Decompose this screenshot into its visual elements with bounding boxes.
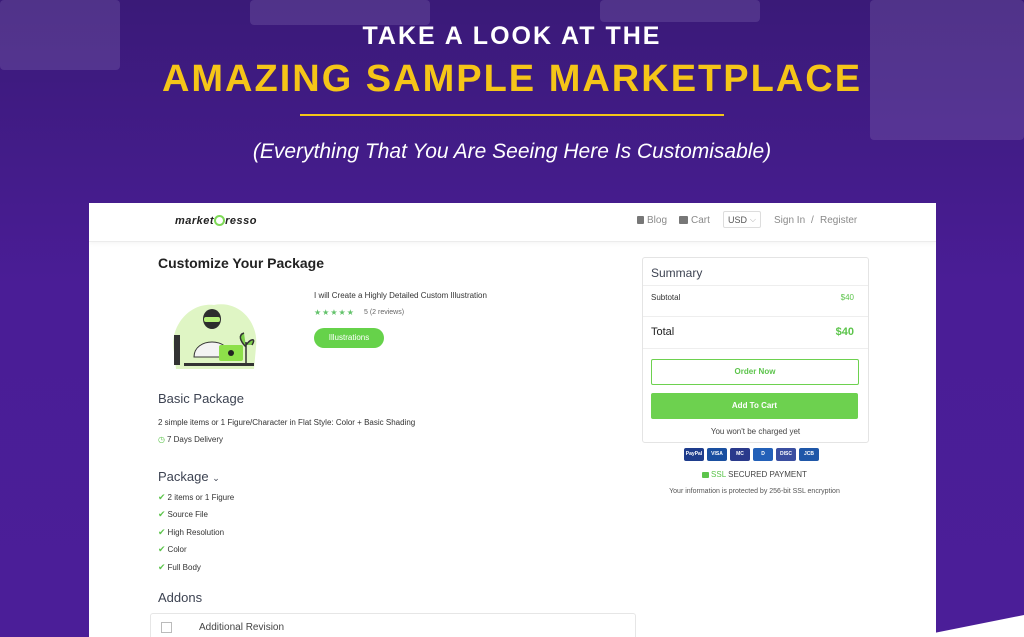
- summary-title: Summary: [651, 266, 703, 280]
- charge-note: You won't be charged yet: [710, 427, 801, 436]
- logo-p-icon: [214, 215, 226, 226]
- basic-package-heading: Basic Package: [158, 391, 244, 406]
- feature-item: ✔ Source File: [158, 509, 208, 520]
- nav-cart-label: Cart: [691, 215, 710, 226]
- rating-stars-icon: ★★★★★: [314, 308, 355, 317]
- ssl-badge: SSL SECURED PAYMENT: [642, 470, 867, 479]
- feature-item: ✔ 2 items or 1 Figure: [158, 492, 234, 503]
- package-heading: Package: [158, 469, 209, 484]
- encryption-note: Your information is protected by 256-bit…: [669, 488, 840, 495]
- payment-methods: PayPal VISA MC D DISC JCB: [684, 448, 822, 462]
- navbar: market resso Blog Cart USD ⌵ Sign In / Reg…: [89, 203, 936, 242]
- blog-icon: [637, 216, 644, 224]
- hero-title: AMAZING SAMPLE MARKETPLACE: [161, 58, 863, 100]
- addons-heading: Addons: [158, 590, 203, 605]
- nav-blog-label: Blog: [647, 215, 668, 226]
- delivery-text: 7 Days Delivery: [166, 435, 223, 444]
- feature-text: Full Body: [167, 563, 201, 572]
- marketplace-preview: market resso Blog Cart USD ⌵ Sign In / Reg…: [89, 203, 936, 637]
- check-icon: ✔: [158, 562, 166, 572]
- subtotal-label: Subtotal: [651, 293, 681, 302]
- check-icon: ✔: [158, 544, 166, 554]
- currency-select[interactable]: USD ⌵: [723, 211, 761, 228]
- decorative-corner: [914, 615, 1024, 637]
- feature-item: ✔ Color: [158, 544, 187, 555]
- total-label: Total: [651, 326, 675, 338]
- feature-item: ✔ Full Body: [158, 562, 201, 573]
- page-title: Customize Your Package: [158, 255, 324, 271]
- divider: [643, 316, 868, 317]
- hero-subtitle: (Everything That You Are Seeing Here Is …: [252, 140, 772, 163]
- chevron-down-icon: ⌄: [212, 473, 220, 483]
- logo-text: resso: [225, 215, 257, 227]
- addon-checkbox[interactable]: [161, 622, 172, 633]
- logo[interactable]: market resso: [175, 215, 257, 227]
- product-title[interactable]: I will Create a Highly Detailed Custom I…: [314, 291, 487, 300]
- feature-text: High Resolution: [167, 528, 225, 537]
- hero-kicker: TAKE A LOOK AT THE: [362, 22, 662, 50]
- feature-text: Color: [167, 545, 187, 554]
- feature-item: ✔ High Resolution: [158, 527, 224, 538]
- hero-divider: [300, 114, 724, 116]
- ssl-text: SSL: [711, 470, 726, 479]
- package-dropdown[interactable]: Package ⌄: [158, 469, 220, 484]
- subtotal-value: $40: [840, 293, 854, 302]
- order-summary: Summary Subtotal $40 Total $40 Order Now…: [642, 257, 869, 443]
- visa-icon: VISA: [707, 448, 727, 461]
- check-icon: ✔: [158, 509, 166, 519]
- check-icon: ✔: [158, 527, 166, 537]
- addon-label: Additional Revision: [199, 622, 285, 633]
- add-to-cart-button[interactable]: Add To Cart: [651, 393, 858, 419]
- divider: [643, 348, 868, 349]
- feature-text: 2 items or 1 Figure: [167, 493, 235, 502]
- discover-icon: DISC: [776, 448, 796, 461]
- order-now-button[interactable]: Order Now: [651, 359, 859, 385]
- secured-text: SECURED PAYMENT: [728, 470, 807, 479]
- chevron-down-icon: ⌵: [749, 215, 756, 224]
- nav-cart-link[interactable]: Cart: [679, 215, 710, 226]
- mastercard-icon: MC: [730, 448, 750, 461]
- background-screenshot: [600, 0, 760, 22]
- sign-in-link[interactable]: Sign In: [774, 215, 805, 226]
- product-illustration: [173, 304, 257, 369]
- basic-package-description: 2 simple items or 1 Figure/Character in …: [158, 418, 416, 427]
- register-link[interactable]: Register: [820, 215, 857, 226]
- divider: [643, 285, 868, 286]
- logo-text: market: [175, 215, 215, 227]
- nav-blog-link[interactable]: Blog: [637, 215, 667, 226]
- check-icon: ✔: [158, 492, 166, 502]
- delivery-info: ◷ 7 Days Delivery: [158, 435, 223, 444]
- total-value: $40: [835, 326, 854, 338]
- rating-text[interactable]: 5 (2 reviews): [364, 309, 404, 316]
- currency-value: USD: [728, 215, 748, 225]
- clock-icon: ◷: [158, 435, 165, 444]
- category-chip[interactable]: Illustrations: [314, 328, 384, 348]
- jcb-icon: JCB: [799, 448, 819, 461]
- addon-item: Additional Revision: [150, 613, 636, 637]
- nav-separator: /: [811, 215, 814, 226]
- diners-icon: D: [753, 448, 773, 461]
- cart-icon: [679, 216, 688, 224]
- feature-text: Source File: [167, 510, 209, 519]
- paypal-icon: PayPal: [684, 448, 704, 461]
- lock-icon: [702, 472, 710, 478]
